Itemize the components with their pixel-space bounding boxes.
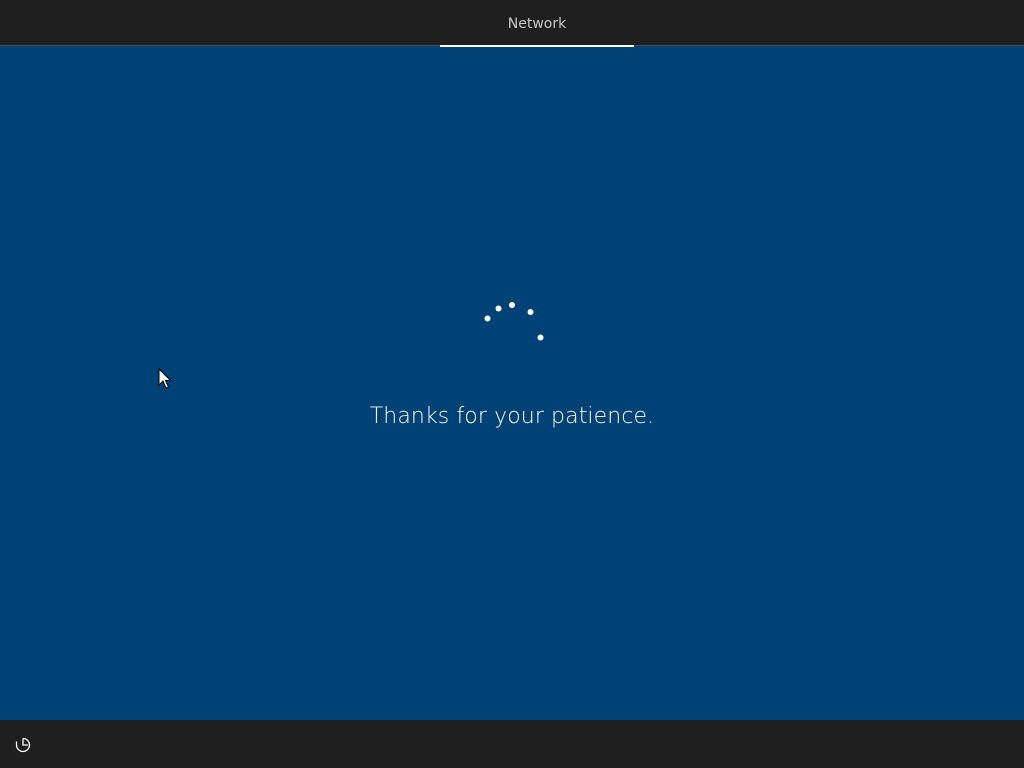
status-message: Thanks for your patience. <box>369 404 655 429</box>
loading-spinner-icon <box>484 302 544 341</box>
step-tab-label: Network <box>507 16 567 32</box>
top-step-bar: Network <box>0 0 1024 47</box>
oobe-main-panel <box>0 47 1024 720</box>
mouse-cursor-icon <box>158 368 172 389</box>
ease-of-access-icon[interactable] <box>14 736 32 754</box>
spinner-dot <box>509 302 515 308</box>
spinner-dot <box>484 315 491 322</box>
spinner-dot <box>495 305 502 312</box>
spinner-dot <box>527 309 534 315</box>
spinner-dot <box>537 334 544 341</box>
step-tab-network: Network <box>440 0 634 47</box>
bottom-bar <box>0 720 1024 768</box>
